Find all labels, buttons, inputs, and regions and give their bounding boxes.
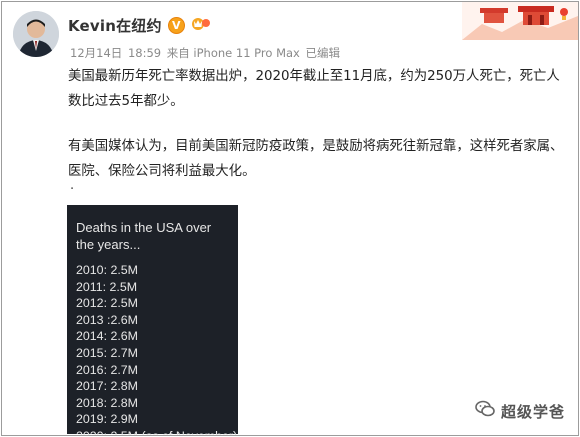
verified-badge-icon: V	[167, 16, 185, 34]
list-item: 2019: 2.9M	[76, 412, 138, 427]
list-item: 2017: 2.8M	[76, 379, 138, 394]
list-item: 2016: 2.7M	[76, 362, 138, 377]
vip-crown-icon	[190, 15, 212, 35]
list-item: 2020: 2.5M (as of November)	[76, 428, 238, 436]
attached-image[interactable]: Deaths in the USA over the years... 2010…	[67, 205, 238, 436]
list-item: 2012: 2.5M	[76, 296, 138, 311]
list-item: 2015: 2.7M	[76, 345, 138, 360]
deaths-list: 2010: 2.5M 2011: 2.5M 2012: 2.5M 2013 :2…	[76, 262, 238, 436]
post-date[interactable]: 12月14日	[70, 46, 122, 60]
list-item: 2018: 2.8M	[76, 395, 138, 410]
weibo-post: Kevin在纽约 V 12月14日 18:59 来自 iPhone 11 Pro…	[1, 1, 579, 436]
edited-label[interactable]: 已编辑	[306, 46, 341, 60]
post-meta: 12月14日 18:59 来自 iPhone 11 Pro Max 已编辑	[70, 45, 342, 61]
watermark: 超级学爸	[475, 400, 565, 422]
post-source: 来自 iPhone 11 Pro Max	[166, 46, 300, 60]
post-paragraph-1: 美国最新历年死亡率数据出炉，2020年截止至11月底，约为250万人死亡，死亡人…	[68, 69, 560, 109]
list-item: 2013 :2.6M	[76, 312, 138, 327]
list-item: 2010: 2.5M	[76, 263, 138, 277]
wechat-icon	[475, 400, 495, 422]
post-dot: .	[70, 178, 75, 193]
post-paragraph-2: 有美国媒体认为，目前美国新冠防疫政策，是鼓励将病死往新冠靠，这样死者家属、医院、…	[68, 139, 564, 179]
post-time: 18:59	[127, 46, 162, 60]
user-row: Kevin在纽约 V	[68, 15, 212, 35]
list-item: 2011: 2.5M	[76, 279, 138, 294]
list-item: 2014: 2.6M	[76, 329, 138, 344]
avatar[interactable]	[13, 11, 59, 57]
user-name[interactable]: Kevin在纽约	[68, 15, 162, 36]
watermark-text: 超级学爸	[501, 402, 566, 421]
image-heading: Deaths in the USA over the years...	[76, 220, 212, 252]
festive-banner-icon	[462, 2, 578, 40]
